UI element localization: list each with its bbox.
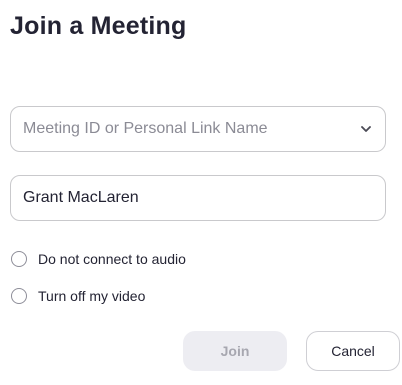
name-field <box>10 175 386 221</box>
meeting-id-field <box>10 106 386 152</box>
meeting-id-input[interactable] <box>11 107 341 151</box>
meeting-id-dropdown-button[interactable] <box>357 120 375 138</box>
chevron-down-icon <box>361 126 371 132</box>
join-button[interactable]: Join <box>183 331 287 371</box>
video-option-label: Turn off my video <box>38 288 146 304</box>
cancel-button[interactable]: Cancel <box>306 331 400 371</box>
turn-off-video-option[interactable]: Turn off my video <box>11 288 145 304</box>
audio-checkbox[interactable] <box>11 251 27 267</box>
display-name-input[interactable] <box>11 176 385 220</box>
dialog-title: Join a Meeting <box>10 12 187 40</box>
video-checkbox[interactable] <box>11 288 27 304</box>
do-not-connect-audio-option[interactable]: Do not connect to audio <box>11 251 186 267</box>
audio-option-label: Do not connect to audio <box>38 251 186 267</box>
